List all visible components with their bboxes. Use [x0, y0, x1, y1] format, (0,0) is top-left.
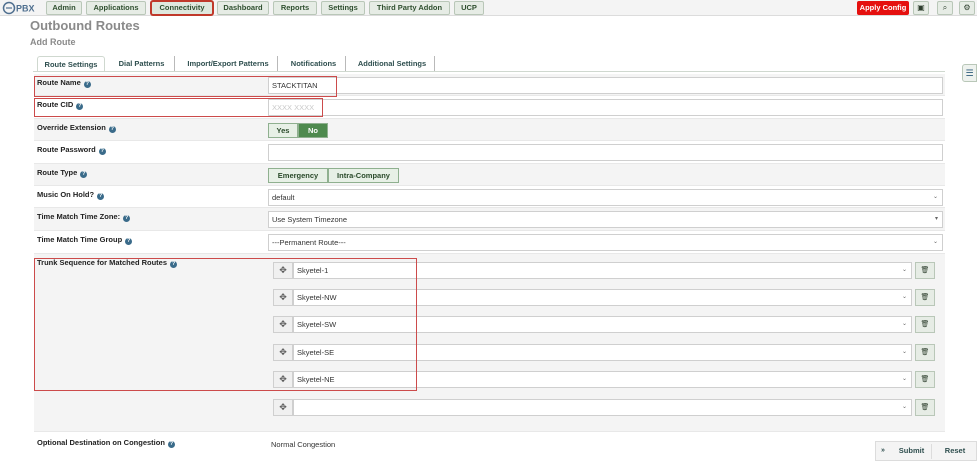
action-bar: » Submit Reset — [875, 441, 977, 461]
chevron-down-icon: ⌄ — [901, 404, 907, 410]
time-zone-label: Time Match Time Zone:? — [37, 212, 131, 222]
help-icon[interactable]: ? — [167, 441, 175, 448]
reset-button[interactable]: Reset — [936, 444, 974, 459]
highlight-trunk-sequence — [34, 258, 417, 391]
trash-icon[interactable]: 🗑 — [915, 262, 935, 279]
nav-dashboard[interactable]: Dashboard — [217, 1, 269, 15]
time-zone-select[interactable]: Use System Timezone ▾ — [268, 211, 943, 228]
trash-icon[interactable]: 🗑 — [915, 289, 935, 306]
submit-button[interactable]: Submit — [892, 444, 932, 459]
help-icon[interactable]: ? — [108, 126, 116, 133]
tab-additional-settings[interactable]: Additional Settings — [350, 56, 435, 72]
svg-text:PBX: PBX — [16, 4, 35, 14]
drag-handle-icon[interactable]: ✥ — [273, 399, 293, 416]
nav-reports[interactable]: Reports — [273, 1, 317, 15]
help-icon[interactable]: ? — [125, 238, 133, 245]
tab-route-settings[interactable]: Route Settings — [37, 56, 105, 72]
music-on-hold-label: Music On Hold?? — [37, 190, 105, 200]
nav-connectivity[interactable]: Connectivity — [151, 1, 213, 15]
row-time-zone: Time Match Time Zone:? Use System Timezo… — [34, 208, 945, 231]
row-congestion: Optional Destination on Congestion? Norm… — [34, 432, 945, 464]
row-time-group: Time Match Time Group? ---Permanent Rout… — [34, 231, 945, 254]
row-route-password: Route Password? — [34, 141, 945, 164]
route-password-input[interactable] — [268, 144, 943, 161]
gear-icon[interactable]: ⚙ — [959, 1, 975, 15]
route-password-label: Route Password? — [37, 145, 106, 155]
route-name-input[interactable]: STACKTITAN — [268, 77, 943, 94]
route-type-label: Route Type? — [37, 168, 88, 178]
chevron-down-icon: ⌄ — [901, 349, 907, 355]
highlight-route-name — [34, 76, 337, 97]
chevron-down-icon: ⌄ — [901, 376, 907, 382]
tab-notifications[interactable]: Notifications — [282, 56, 346, 72]
music-on-hold-value: default — [272, 193, 295, 202]
row-route-type: Route Type? Emergency Intra-Company — [34, 164, 945, 186]
help-icon[interactable]: ? — [98, 148, 106, 155]
row-music-on-hold: Music On Hold?? default ⌄ — [34, 186, 945, 208]
tab-divider — [33, 71, 945, 72]
time-zone-value: Use System Timezone — [272, 215, 348, 224]
apply-config-button[interactable]: Apply Config — [857, 1, 909, 15]
tab-import-export-patterns[interactable]: Import/Export Patterns — [179, 56, 278, 72]
music-on-hold-select[interactable]: default ⌄ — [268, 189, 943, 206]
override-extension-no[interactable]: No — [298, 123, 328, 138]
tab-dial-patterns[interactable]: Dial Patterns — [109, 56, 175, 72]
route-type-emergency[interactable]: Emergency — [268, 168, 328, 183]
help-icon[interactable]: ? — [123, 215, 131, 222]
trash-icon[interactable]: 🗑 — [915, 371, 935, 388]
congestion-select[interactable]: Normal Congestion — [268, 437, 868, 454]
time-group-value: ---Permanent Route--- — [272, 238, 346, 247]
chevron-down-icon: ▾ — [934, 216, 938, 222]
help-icon[interactable]: ? — [80, 171, 88, 178]
chevron-down-icon: ⌄ — [932, 194, 938, 200]
freepbx-logo[interactable]: PBX — [2, 1, 40, 15]
trash-icon[interactable]: 🗑 — [915, 399, 935, 416]
override-extension-label: Override Extension? — [37, 123, 116, 133]
highlight-route-cid — [34, 98, 323, 117]
search-icon[interactable]: ⌕ — [937, 1, 953, 15]
override-extension-yes[interactable]: Yes — [268, 123, 298, 138]
route-cid-input[interactable]: XXXX XXXX — [268, 99, 943, 116]
chevron-down-icon: ⌄ — [901, 321, 907, 327]
congestion-label: Optional Destination on Congestion? — [37, 438, 175, 448]
nav-applications[interactable]: Applications — [86, 1, 146, 15]
list-icon[interactable]: ☰ — [962, 64, 977, 82]
top-navigation: PBX Admin Applications Connectivity Dash… — [0, 0, 977, 16]
trunk-select[interactable]: ⌄ — [293, 399, 912, 416]
nav-settings[interactable]: Settings — [321, 1, 365, 15]
chevron-down-icon: ⌄ — [901, 294, 907, 300]
nav-admin[interactable]: Admin — [46, 1, 82, 15]
page-subtitle: Add Route — [30, 37, 76, 47]
chevron-down-icon: ⌄ — [901, 267, 907, 273]
time-group-label: Time Match Time Group? — [37, 235, 133, 245]
chevron-right-icon[interactable]: » — [878, 444, 888, 459]
trash-icon[interactable]: 🗑 — [915, 344, 935, 361]
device-icon[interactable]: ▣ — [913, 1, 929, 15]
page-title: Outbound Routes — [30, 18, 140, 33]
trash-icon[interactable]: 🗑 — [915, 316, 935, 333]
help-icon[interactable]: ? — [97, 193, 105, 200]
nav-third-party-addon[interactable]: Third Party Addon — [369, 1, 450, 15]
time-group-select[interactable]: ---Permanent Route--- ⌄ — [268, 234, 943, 251]
nav-ucp[interactable]: UCP — [454, 1, 484, 15]
route-type-intra-company[interactable]: Intra-Company — [328, 168, 399, 183]
chevron-down-icon: ⌄ — [932, 239, 938, 245]
row-override-extension: Override Extension? Yes No — [34, 119, 945, 141]
